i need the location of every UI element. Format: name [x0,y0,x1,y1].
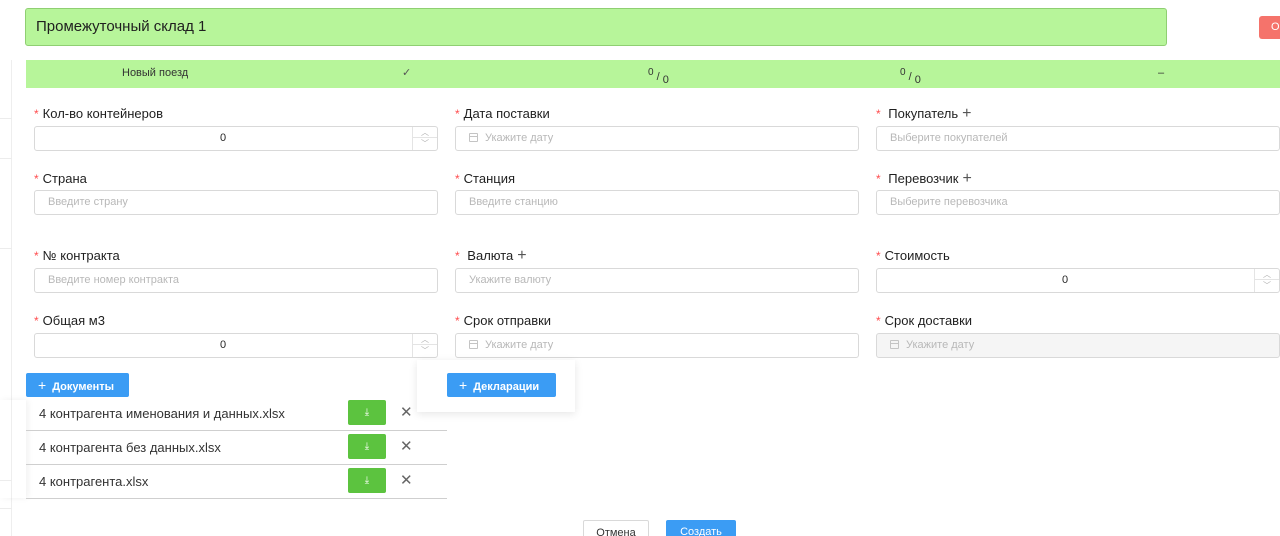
contract-label: * № контракта [34,248,120,263]
cancel-button[interactable]: Отмена [583,520,649,536]
row-divider [0,248,12,249]
add-currency-icon[interactable]: + [517,247,526,264]
train-name: Новый поезд [122,67,189,79]
download-button[interactable]: ⤓ [348,468,386,493]
fraction-1: 0 / 0 [648,67,669,86]
file-name: 4 контрагента.xlsx [39,474,149,489]
currency-label: * Валюта + [455,247,527,264]
contract-input[interactable]: Введите номер контракта [34,268,438,293]
calendar-icon [469,133,478,142]
buyer-select[interactable]: Выберите покупателей [876,126,1280,151]
currency-select[interactable]: Укажите валюту [455,268,859,293]
delivery-date-picker[interactable]: Укажите дату [455,126,859,151]
volume-label: * Общая м3 [34,313,105,328]
close-icon[interactable]: ✕ [400,465,413,497]
buyer-label: * Покупатель + [876,105,972,122]
ship-term-label: * Срок отправки [455,313,552,328]
cost-stepper[interactable]: ︿ ﹀ [1254,269,1279,292]
chevron-down-icon: ﹀ [1263,281,1271,290]
download-button[interactable]: ⤓ [348,400,386,425]
chevron-up-icon: ︿ [413,334,437,345]
empty-dash: – [1158,67,1165,79]
cost-input[interactable]: 0 ︿ ﹀ [876,268,1280,293]
containers-label: * Кол-во контейнеров [34,106,164,121]
add-carrier-icon[interactable]: + [962,170,971,187]
row-divider [0,118,12,119]
carrier-label: * Перевозчик + [876,170,972,187]
containers-input[interactable]: 0 ︿ ﹀ [34,126,438,151]
file-name: 4 контрагента без данных.xlsx [39,440,221,455]
containers-stepper[interactable]: ︿ ﹀ [412,127,437,150]
list-shadow [0,400,26,498]
fraction-2: 0 / 0 [900,67,921,86]
delivery-term-label: * Срок доставки [876,313,973,328]
station-input[interactable]: Введите станцию [455,190,859,215]
country-input[interactable]: Введите страну [34,190,438,215]
ship-term-picker[interactable]: Укажите дату [455,333,859,358]
file-row: 4 контрагента без данных.xlsx ⤓ ✕ [26,431,447,465]
country-label: * Страна [34,171,87,186]
documents-button[interactable]: + Документы [26,373,129,397]
calendar-icon [890,340,899,349]
calendar-icon [469,340,478,349]
cost-label: * Стоимость [876,248,950,263]
row-divider [0,158,12,159]
add-buyer-icon[interactable]: + [962,105,971,122]
chevron-up-icon: ︿ [413,127,437,138]
row-divider [0,508,12,509]
station-label: * Станция [455,171,516,186]
plus-icon: + [459,377,468,393]
chevron-up-icon: ︿ [1255,269,1279,280]
create-button[interactable]: Создать [666,520,736,536]
plus-icon: + [38,377,47,393]
close-icon[interactable]: ✕ [400,431,413,463]
volume-stepper[interactable]: ︿ ﹀ [412,334,437,357]
volume-input[interactable]: 0 ︿ ﹀ [34,333,438,358]
delivery-date-label: * Дата поставки [455,106,550,121]
declarations-button[interactable]: + Декларации [447,373,556,397]
file-name: 4 контрагента именования и данных.xlsx [39,406,285,421]
danger-button[interactable]: О [1259,16,1280,39]
chevron-down-icon: ﹀ [421,139,429,148]
close-icon[interactable]: ✕ [400,397,413,429]
file-row: 4 контрагента.xlsx ⤓ ✕ [26,465,447,499]
warehouse-title: Промежуточный склад 1 [25,8,1167,46]
file-row: 4 контрагента именования и данных.xlsx ⤓… [26,397,447,431]
carrier-select[interactable]: Выберите перевозчика [876,190,1280,215]
train-row[interactable]: Новый поезд ✓ 0 / 0 0 / 0 – [26,60,1280,88]
check-icon: ✓ [402,67,412,79]
chevron-down-icon: ﹀ [421,346,429,355]
download-button[interactable]: ⤓ [348,434,386,459]
delivery-term-picker: Укажите дату [876,333,1280,358]
